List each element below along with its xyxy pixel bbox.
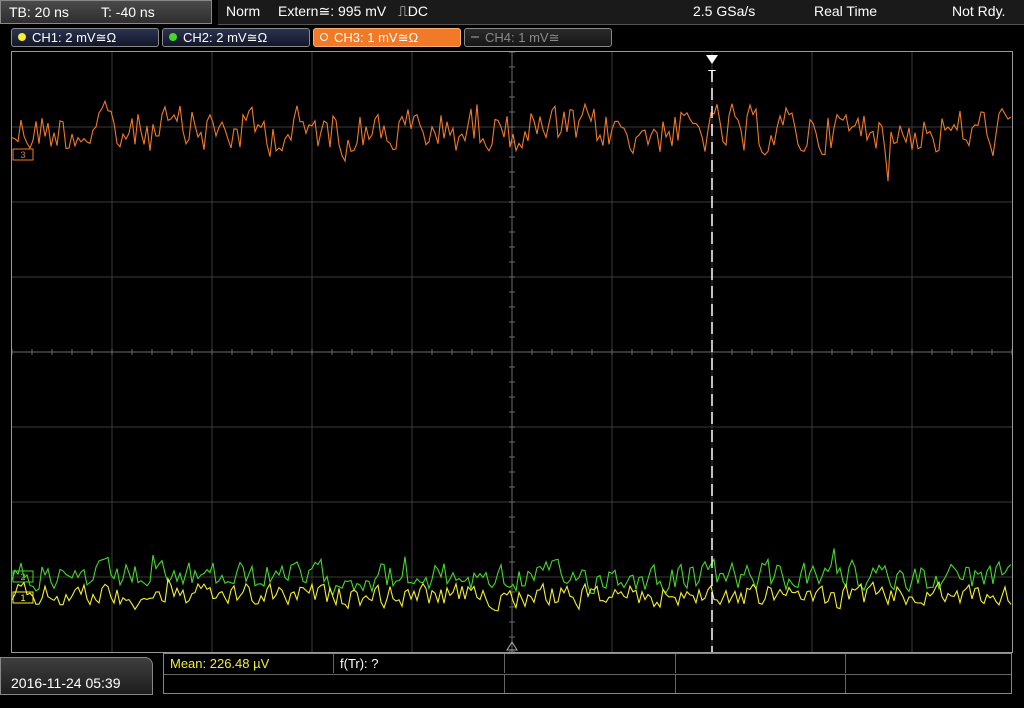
date-time-label: 2016-11-24 05:39 — [11, 675, 121, 691]
measurement-freq[interactable]: f(Tr): ? — [334, 654, 505, 673]
bottom-bar: 2016-11-24 05:39 Mean: 226.48 µV f(Tr): … — [0, 653, 1024, 695]
channel-offset-markers: 3 2 1 — [12, 148, 34, 604]
ch3-color-dot — [320, 33, 328, 41]
ch2-label: CH2: 2 mV≅Ω — [183, 30, 268, 45]
channel-ch2-button[interactable]: CH2: 2 mV≅Ω — [162, 28, 310, 47]
measurement-slot-6[interactable] — [164, 674, 505, 693]
timebase-label: TB: 20 ns — [9, 4, 69, 20]
trigger-offset-label: T: -40 ns — [101, 4, 155, 20]
measurement-panel[interactable]: Mean: 226.48 µV f(Tr): ? — [163, 653, 1012, 694]
waveform-plot: T 3 2 1 — [12, 52, 1012, 652]
run-state-label: Not Rdy. — [952, 3, 1006, 19]
ch2-offset-marker-label: 2 — [20, 572, 25, 582]
trigger-source-label: Extern≅: 995 mV — [278, 3, 387, 19]
measurement-slot-3[interactable] — [505, 654, 676, 673]
acq-mode-label: Norm — [226, 3, 261, 19]
trigger-time-label: T — [708, 67, 716, 82]
top-status-bar: TB: 20 ns T: -40 ns Norm Extern≅: 995 mV… — [0, 0, 1024, 25]
ch1-offset-marker-label: 1 — [20, 593, 25, 603]
trigger-arrow-icon — [706, 55, 718, 64]
channel-ch1-button[interactable]: CH1: 2 mV≅Ω — [11, 28, 159, 47]
waveform-display[interactable]: T 3 2 1 — [11, 51, 1013, 653]
measurement-slot-9[interactable] — [846, 674, 1011, 693]
measurement-slot-4[interactable] — [676, 654, 846, 673]
measurement-freq-label: f(Tr): ? — [340, 656, 379, 671]
measurement-slot-7[interactable] — [505, 674, 676, 693]
channel-ch4-button[interactable]: CH4: 1 mV≅ — [464, 28, 612, 47]
sample-rate-label: 2.5 GSa/s — [693, 3, 756, 19]
ch1-label: CH1: 2 mV≅Ω — [32, 30, 117, 45]
acq-mode-realtime-label: Real Time — [814, 3, 878, 19]
channel-ch3-button[interactable]: CH3: 1 mV≅Ω — [313, 28, 461, 47]
measurement-slot-5[interactable] — [846, 654, 1011, 673]
channel-bar: CH1: 2 mV≅Ω CH2: 2 mV≅Ω CH3: 1 mV≅Ω CH4:… — [0, 25, 1024, 49]
ch2-color-dot — [169, 33, 177, 41]
timebase-box[interactable]: TB: 20 ns T: -40 ns — [0, 0, 212, 24]
ch4-color-dot — [471, 36, 479, 38]
ch4-label: CH4: 1 mV≅ — [485, 30, 560, 45]
ch3-offset-marker-label: 3 — [20, 150, 25, 160]
trigger-edge-label: ⎍DC — [398, 3, 429, 19]
ch1-color-dot — [18, 33, 26, 41]
measurement-slot-8[interactable] — [676, 674, 846, 693]
date-time-box: 2016-11-24 05:39 — [0, 657, 153, 695]
measurement-mean[interactable]: Mean: 226.48 µV — [164, 654, 334, 673]
acquisition-status[interactable]: Norm Extern≅: 995 mV ⎍DC 2.5 GSa/s Real … — [218, 0, 1024, 25]
ch3-label: CH3: 1 mV≅Ω — [334, 30, 419, 45]
measurement-mean-label: Mean: 226.48 µV — [170, 656, 270, 671]
